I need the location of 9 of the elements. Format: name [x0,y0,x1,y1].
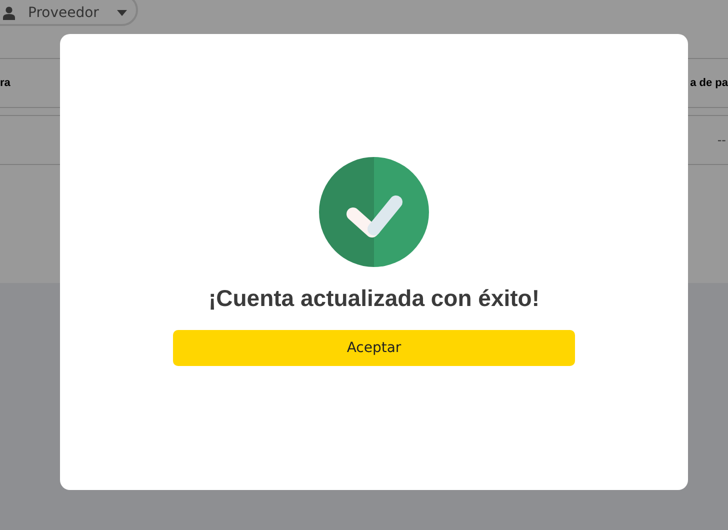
accept-button[interactable]: Aceptar [173,330,575,366]
check-circle-icon [319,157,429,267]
column-header: a de pa [690,77,728,89]
table-cell: -- [717,133,726,147]
dialog-title: ¡Cuenta actualizada con éxito! [208,285,540,312]
caret-icon [116,10,127,16]
column-header: ra [0,77,10,89]
user-icon [2,6,16,20]
user-menu-button[interactable]: Proveedor [0,0,138,26]
